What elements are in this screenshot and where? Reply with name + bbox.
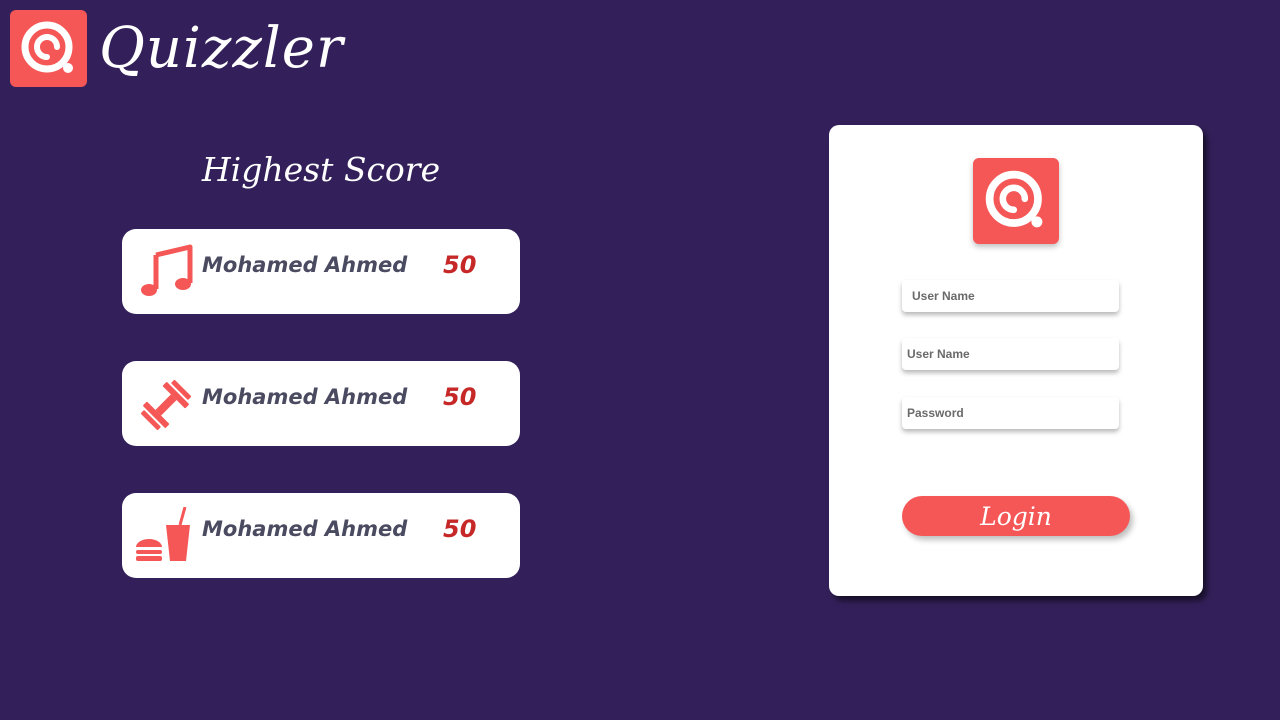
- app-name: Quizzler: [99, 15, 344, 81]
- player-score: 50: [443, 515, 477, 543]
- login-button[interactable]: Login: [902, 496, 1130, 536]
- score-card: Mohamed Ahmed 50: [122, 229, 520, 314]
- player-score: 50: [443, 251, 477, 279]
- player-score: 50: [443, 383, 477, 411]
- dumbbell-icon: [136, 375, 196, 435]
- quiz-q-logo-icon: [973, 158, 1059, 244]
- login-panel: Login: [829, 125, 1203, 596]
- player-name: Mohamed Ahmed: [202, 385, 408, 409]
- quiz-q-logo-icon: [10, 10, 87, 87]
- score-card: Mohamed Ahmed 50: [122, 361, 520, 446]
- fast-food-icon: [136, 506, 196, 567]
- player-name: Mohamed Ahmed: [202, 517, 408, 541]
- password-input[interactable]: [902, 397, 1119, 429]
- music-note-icon: [136, 243, 196, 303]
- scores-title: Highest Score: [201, 150, 441, 189]
- username-input-secondary[interactable]: [902, 338, 1119, 370]
- score-card: Mohamed Ahmed 50: [122, 493, 520, 578]
- player-name: Mohamed Ahmed: [202, 253, 408, 277]
- username-input[interactable]: [902, 280, 1119, 312]
- brand: Quizzler: [10, 10, 344, 87]
